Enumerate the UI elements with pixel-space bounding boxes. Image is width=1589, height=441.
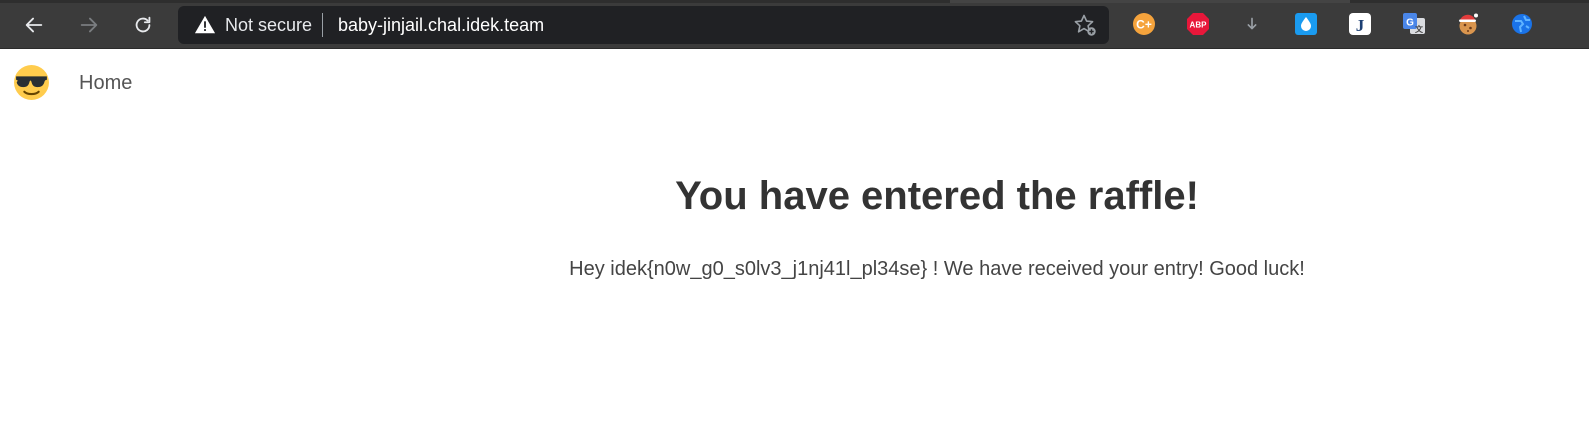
- download-icon[interactable]: [1240, 12, 1264, 36]
- omnibox-divider: [322, 13, 323, 37]
- raindrop-extension-icon[interactable]: [1294, 12, 1318, 36]
- svg-text:C+: C+: [1136, 18, 1152, 32]
- reload-button[interactable]: [127, 9, 159, 41]
- sunglasses-emoji-logo[interactable]: [13, 64, 50, 101]
- coupon-extension-icon[interactable]: C+: [1132, 12, 1156, 36]
- entry-message: Hey idek{n0w_g0_s0lv3_j1nj41l_pl34se} ! …: [569, 258, 1305, 280]
- warning-icon[interactable]: [194, 14, 216, 36]
- google-translate-icon[interactable]: G文: [1402, 12, 1426, 36]
- j-extension-icon[interactable]: J: [1348, 12, 1372, 36]
- reload-icon: [135, 16, 151, 33]
- back-button[interactable]: [18, 9, 50, 41]
- home-nav-link[interactable]: Home: [79, 71, 132, 95]
- browser-toolbar: Not secure baby-jinjail.chal.idek.team C…: [0, 0, 1589, 49]
- address-bar[interactable]: Not secure baby-jinjail.chal.idek.team: [178, 6, 1109, 44]
- cookie-santa-extension-icon[interactable]: [1456, 12, 1480, 36]
- security-status-label[interactable]: Not secure: [225, 14, 312, 36]
- svg-text:文: 文: [1415, 24, 1424, 34]
- page-heading: You have entered the raffle!: [675, 174, 1199, 218]
- back-arrow-icon: [25, 17, 43, 33]
- svg-text:ABP: ABP: [1190, 21, 1208, 30]
- adblock-plus-icon[interactable]: ABP: [1186, 12, 1210, 36]
- raffle-confirmation: You have entered the raffle! Hey idek{n0…: [472, 170, 1402, 282]
- globe-extension-icon[interactable]: [1510, 12, 1534, 36]
- bookmark-star-icon[interactable]: [1073, 13, 1097, 37]
- forward-button[interactable]: [73, 9, 105, 41]
- svg-text:J: J: [1356, 16, 1365, 35]
- url-text[interactable]: baby-jinjail.chal.idek.team: [338, 14, 544, 36]
- svg-text:G: G: [1406, 18, 1414, 29]
- forward-arrow-icon: [80, 17, 98, 33]
- tab-strip-edge: [0, 0, 1589, 3]
